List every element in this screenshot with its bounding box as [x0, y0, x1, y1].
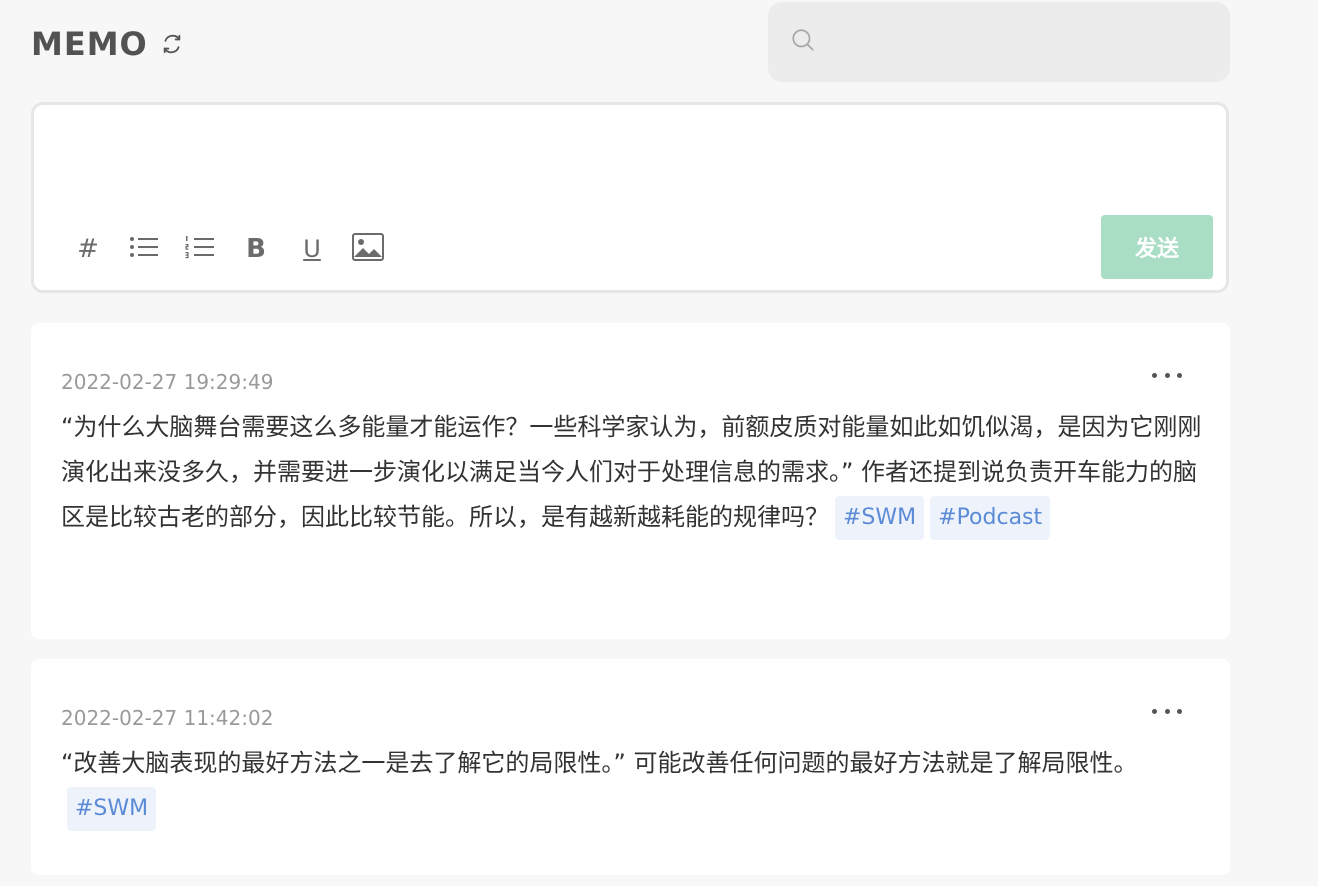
memo-timestamp: 2022-02-27 19:29:49	[61, 370, 274, 394]
bulleted-list-icon	[129, 236, 159, 262]
memo-app: MEMO # B U 发送 2022-02-27 19:29:49 “为什么大脑…	[0, 0, 1318, 886]
bulleted-list-button[interactable]	[124, 229, 164, 269]
memo-text: “改善大脑表现的最好方法之一是去了解它的局限性。” 可能改善任何问题的最好方法就…	[61, 749, 1138, 777]
memo-tag[interactable]: #SWM	[835, 496, 925, 540]
underline-button[interactable]: U	[292, 229, 332, 269]
tag-button[interactable]: #	[68, 229, 108, 269]
more-options-icon[interactable]	[1152, 701, 1182, 721]
editor-toolbar: # B U	[68, 229, 404, 269]
memo-card: 2022-02-27 19:29:49 “为什么大脑舞台需要这么多能量才能运作？…	[31, 323, 1230, 639]
memo-editor: # B U 发送	[31, 102, 1229, 293]
memo-content: “为什么大脑舞台需要这么多能量才能运作？一些科学家认为，前额皮质对能量如此如饥似…	[61, 405, 1206, 540]
memo-timestamp: 2022-02-27 11:42:02	[61, 706, 274, 730]
image-icon	[352, 233, 384, 265]
more-options-icon[interactable]	[1152, 365, 1182, 385]
image-button[interactable]	[348, 229, 388, 269]
app-title: MEMO	[31, 25, 148, 63]
search-icon	[790, 27, 816, 57]
bold-button[interactable]: B	[236, 229, 276, 269]
memo-content: “改善大脑表现的最好方法之一是去了解它的局限性。” 可能改善任何问题的最好方法就…	[61, 741, 1206, 831]
hash-icon: #	[77, 234, 99, 264]
memo-input[interactable]	[54, 119, 1204, 209]
memo-card: 2022-02-27 11:42:02 “改善大脑表现的最好方法之一是去了解它的…	[31, 659, 1230, 875]
bold-icon: B	[246, 234, 266, 264]
underline-icon: U	[303, 235, 321, 263]
search-input[interactable]	[826, 22, 1230, 62]
numbered-list-button[interactable]	[180, 229, 220, 269]
memo-tag[interactable]: #SWM	[67, 787, 157, 831]
header: MEMO	[31, 22, 184, 66]
refresh-icon[interactable]	[160, 32, 184, 56]
search-box[interactable]	[768, 2, 1230, 82]
memo-tag[interactable]: #Podcast	[930, 496, 1051, 540]
numbered-list-icon	[185, 235, 215, 263]
send-button[interactable]: 发送	[1101, 215, 1213, 279]
